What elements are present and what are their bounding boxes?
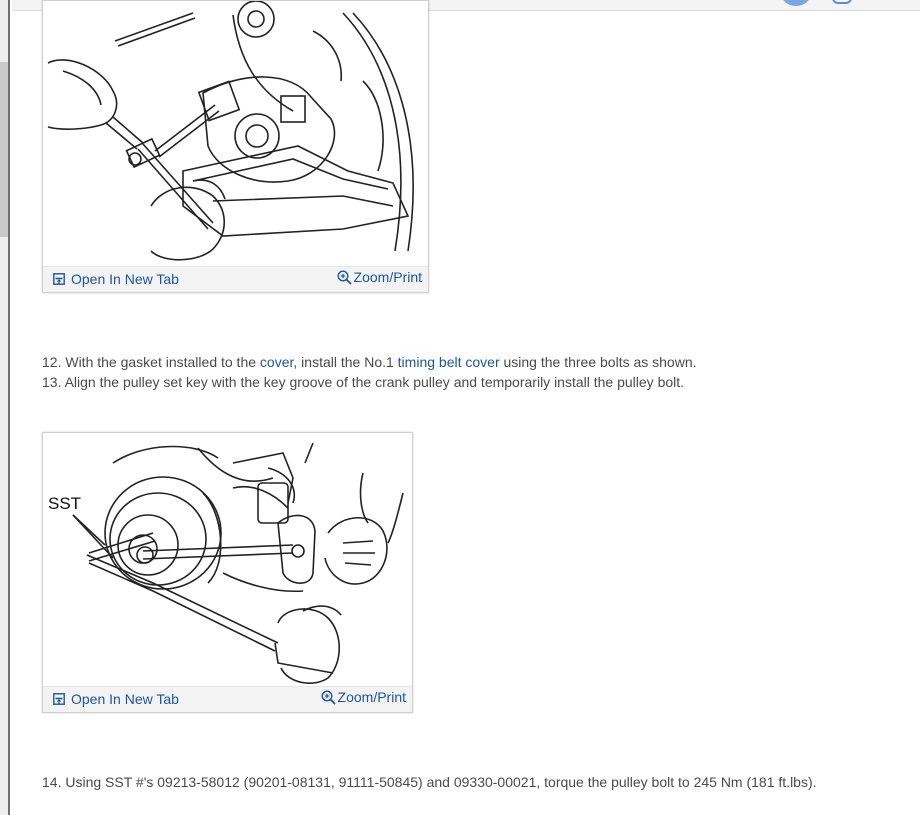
left-scrollbar[interactable] bbox=[0, 0, 10, 815]
step-text: , install the No.1 bbox=[293, 354, 398, 370]
step-13: 13. Align the pulley set key with the ke… bbox=[42, 374, 684, 390]
step-number: 12. bbox=[42, 354, 62, 370]
zoom-print-button[interactable]: Zoom/Print bbox=[337, 269, 422, 285]
figure-timing-belt-cover: Open In New Tab Zoom/Print bbox=[42, 0, 429, 293]
open-in-new-tab-button[interactable]: Open In New Tab bbox=[53, 691, 179, 707]
open-in-new-tab-button[interactable]: Open In New Tab bbox=[53, 271, 179, 287]
zoom-in-icon bbox=[337, 269, 352, 285]
open-in-new-tab-icon bbox=[53, 693, 65, 705]
step-12: 12. With the gasket installed to the cov… bbox=[42, 354, 697, 370]
step-text: using the three bolts as shown. bbox=[499, 354, 697, 370]
timing-belt-cover-link[interactable]: timing belt cover bbox=[398, 354, 500, 370]
step-text: With the gasket installed to the bbox=[61, 354, 260, 370]
crank-pulley-illustration: SST bbox=[48, 442, 404, 684]
open-in-new-tab-label: Open In New Tab bbox=[71, 691, 179, 707]
step-number: 13. bbox=[42, 374, 62, 390]
toolbar-chat-icon[interactable] bbox=[832, 0, 852, 4]
open-in-new-tab-label: Open In New Tab bbox=[71, 271, 179, 287]
timing-belt-cover-illustration bbox=[47, 1, 414, 261]
cover-link[interactable]: cover bbox=[260, 354, 293, 370]
step-14: 14. Using SST #'s 09213-58012 (90201-081… bbox=[42, 774, 817, 790]
step-number: 14. bbox=[42, 774, 62, 790]
figure-action-bar: Open In New Tab Zoom/Print bbox=[43, 266, 428, 292]
figure-crank-pulley: SST Open In New Tab Zoom/Print bbox=[42, 432, 413, 713]
toolbar-avatar-icon[interactable] bbox=[781, 0, 811, 6]
open-in-new-tab-icon bbox=[53, 273, 65, 285]
sst-callout: SST bbox=[48, 494, 81, 513]
step-text: Using SST #'s 09213-58012 (90201-08131, … bbox=[61, 774, 817, 790]
zoom-print-label: Zoom/Print bbox=[337, 689, 406, 705]
figure-action-bar: Open In New Tab Zoom/Print bbox=[43, 686, 412, 712]
zoom-print-button[interactable]: Zoom/Print bbox=[321, 689, 406, 705]
zoom-in-icon bbox=[321, 689, 336, 705]
step-text: Align the pulley set key with the key gr… bbox=[61, 374, 685, 390]
left-scrollbar-thumb[interactable] bbox=[0, 62, 8, 237]
zoom-print-label: Zoom/Print bbox=[353, 269, 422, 285]
